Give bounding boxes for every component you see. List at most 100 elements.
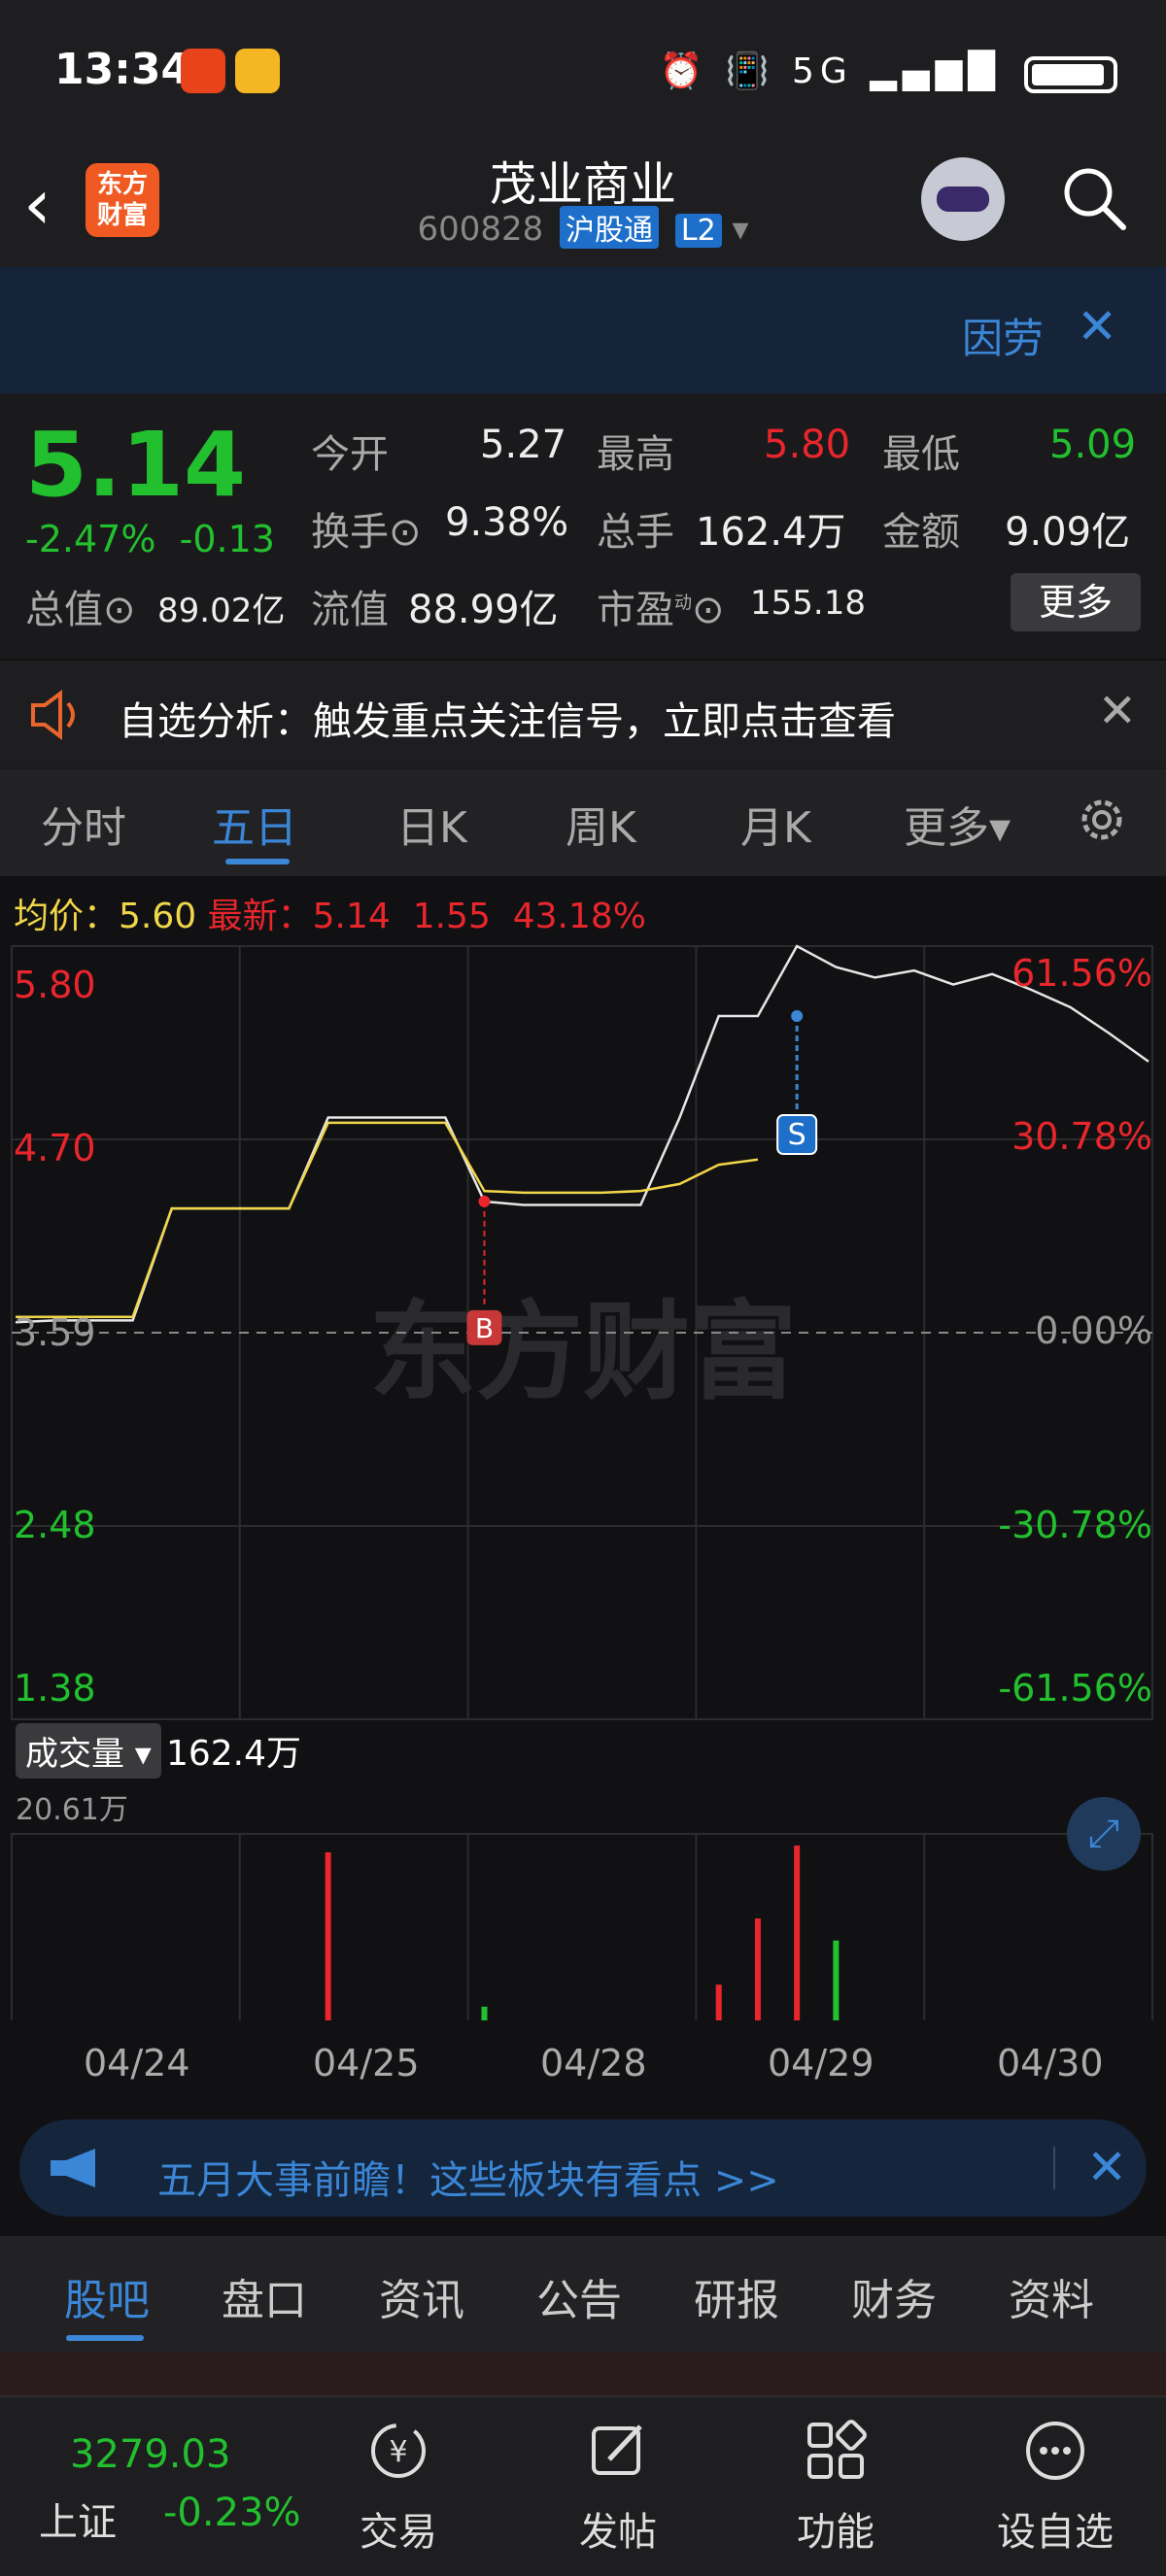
low-label: 最低: [882, 432, 960, 477]
turnover-label: 换手⊙: [311, 510, 422, 555]
tab-news[interactable]: 资讯: [379, 2265, 464, 2327]
volume-header: 成交量 ▾ 162.4万: [16, 1723, 301, 1779]
volume-bar: [325, 1851, 331, 2020]
price-line: [15, 944, 1149, 1324]
close-icon[interactable]: ✕: [1086, 2139, 1127, 2195]
latest-change: 1.55: [412, 897, 491, 936]
volume-indicator-button[interactable]: 成交量 ▾: [16, 1723, 161, 1779]
event-banner[interactable]: 五月大事前瞻！这些板块有看点 >> ✕: [0, 2100, 1166, 2236]
y-tick-right: 30.78%: [1012, 1115, 1152, 1158]
nav-label: 交易: [360, 2510, 437, 2555]
yen-cycle-icon: ¥: [371, 2423, 426, 2478]
change-amount: -0.13: [179, 518, 275, 560]
sell-point: [791, 1010, 804, 1023]
volume-bar: [715, 1984, 722, 2020]
status-bar: 13:34 ⏰ 📳 5G ▂▄▆█: [0, 0, 1166, 146]
nav-label: 功能: [797, 2510, 874, 2555]
y-tick-left: 2.48: [14, 1504, 96, 1546]
status-icons: ⏰ 📳 5G ▂▄▆█: [659, 51, 1001, 91]
amount-label: 金额: [882, 510, 960, 555]
stock-code: 600828: [417, 210, 544, 249]
y-tick-right: -30.78%: [998, 1504, 1152, 1546]
nav-trade[interactable]: ¥ 交易: [321, 2417, 476, 2557]
tab-guba[interactable]: 股吧: [64, 2265, 150, 2327]
tab-weekly-k[interactable]: 周K: [566, 793, 636, 855]
volume-total: 162.4万: [165, 1734, 302, 1774]
event-text: 五月大事前瞻！这些板块有看点 >>: [157, 2158, 779, 2203]
tab-daily-k[interactable]: 日K: [396, 793, 467, 855]
avg-price: 5.60: [119, 897, 197, 936]
x-date-label: 04/30: [997, 2042, 1104, 2085]
hk-connect-tag: 沪股通: [560, 206, 660, 249]
active-tab-indicator: [225, 859, 290, 864]
tab-monthly-k[interactable]: 月K: [740, 793, 811, 855]
tab-finance[interactable]: 财务: [851, 2265, 937, 2327]
tab-more[interactable]: 更多▾: [904, 793, 1011, 855]
nav-post[interactable]: 发帖: [540, 2417, 696, 2557]
promo-banner[interactable]: 因劳 ✕: [0, 267, 1166, 393]
active-tab-indicator: [66, 2335, 144, 2341]
bottom-nav: 3279.03 上证 -0.23% ¥ 交易 发帖 功能 设自选: [0, 2395, 1166, 2576]
index-change[interactable]: -0.23%: [163, 2491, 301, 2535]
x-date-label: 04/24: [84, 2042, 190, 2085]
dropdown-icon[interactable]: ▾: [732, 210, 748, 249]
tab-announcements[interactable]: 公告: [536, 2265, 622, 2327]
volume-bar: [754, 1918, 761, 2020]
latest-percent: 43.18%: [512, 897, 647, 936]
stock-header: ‹ 东方财富 茂业商业 600828 沪股通 L2 ▾: [0, 146, 1166, 267]
x-date-label: 04/25: [313, 2042, 420, 2085]
search-icon[interactable]: [1059, 163, 1129, 233]
nav-label: 设自选: [997, 2510, 1114, 2555]
megaphone-icon: [51, 2149, 95, 2187]
nav-add-watchlist[interactable]: 设自选: [977, 2417, 1133, 2557]
y-tick-left: 5.80: [14, 964, 96, 1006]
index-name[interactable]: 上证: [39, 2491, 117, 2547]
mktcap-value: 89.02亿: [157, 592, 286, 630]
tab-profile[interactable]: 资料: [1009, 2265, 1094, 2327]
turnover-value: 9.38%: [445, 500, 569, 545]
volume-label: 总手: [597, 510, 674, 555]
analysis-notice[interactable]: 自选分析：触发重点关注信号，立即点击查看 ✕: [0, 659, 1166, 767]
notice-text: 自选分析：触发重点关注信号，立即点击查看: [119, 699, 896, 744]
pe-label: 市盈动⊙: [597, 588, 725, 632]
taobao-app-icon: [181, 49, 225, 93]
high-label: 最高: [597, 432, 674, 477]
close-icon[interactable]: ✕: [1077, 298, 1117, 355]
more-button[interactable]: 更多: [1011, 573, 1141, 631]
tab-five-day[interactable]: 五日: [212, 793, 297, 855]
speaker-icon: [31, 690, 75, 740]
tab-research[interactable]: 研报: [694, 2265, 779, 2327]
buy-badge-label: B: [475, 1312, 494, 1344]
nav-functions[interactable]: 功能: [758, 2417, 913, 2557]
gear-icon[interactable]: [1073, 791, 1131, 849]
volume-bar: [481, 2006, 488, 2020]
index-value[interactable]: 3279.03: [70, 2432, 230, 2477]
y-tick-right: 0.00%: [1035, 1309, 1152, 1352]
open-field: 今开: [311, 432, 389, 477]
assistant-robot-icon[interactable]: [921, 157, 1005, 241]
float-value: 88.99亿: [408, 588, 559, 632]
edit-icon: [592, 2424, 642, 2475]
content-tabs: 股吧 盘口 资讯 公告 研报 财务 资料: [0, 2236, 1166, 2353]
y-tick-left: 4.70: [14, 1127, 96, 1169]
amount-value: 9.09亿: [1005, 510, 1131, 555]
y-tick-right: 61.56%: [1012, 952, 1152, 995]
x-date-label: 04/28: [540, 2042, 647, 2085]
close-icon[interactable]: ✕: [1098, 684, 1137, 738]
five-day-chart[interactable]: 均价：5.60 最新：5.14 1.55 43.18% 东方财富 BS 5.80…: [0, 876, 1166, 2100]
clock: 13:34: [54, 45, 191, 94]
buy-point: [478, 1195, 491, 1207]
tab-pankou[interactable]: 盘口: [222, 2265, 307, 2327]
pe-value: 155.18: [750, 584, 866, 623]
low-value: 5.09: [1049, 423, 1137, 467]
x-date-label: 04/29: [768, 2042, 874, 2085]
expand-icon[interactable]: ⤢: [1067, 1797, 1141, 1871]
volume-max-label: 20.61万: [16, 1793, 128, 1827]
tab-intraday[interactable]: 分时: [41, 793, 126, 855]
volume-bar: [794, 1846, 801, 2020]
price-change: -2.47% -0.13: [25, 518, 275, 560]
chart-tabs: 分时 五日 日K 周K 月K 更多▾: [0, 769, 1166, 876]
quote-panel: 5.14 -2.47% -0.13 今开 5.27 最高 5.80 最低 5.0…: [0, 393, 1166, 656]
feed-preview-strip: [0, 2353, 1166, 2395]
weibo-app-icon: [235, 49, 280, 93]
